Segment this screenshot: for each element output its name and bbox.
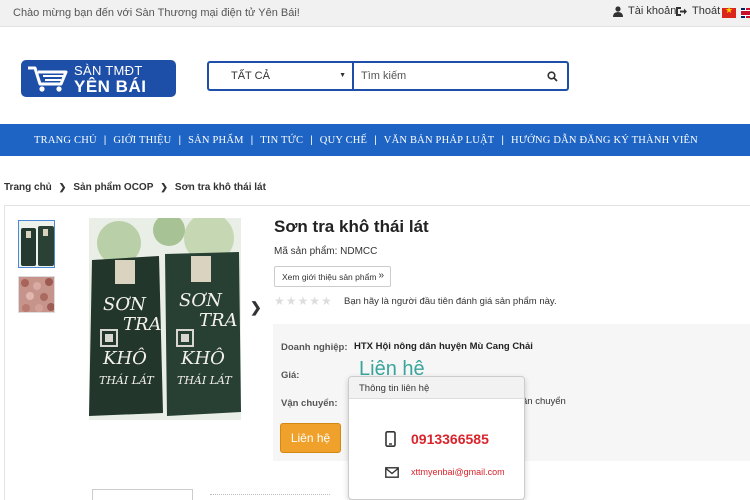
tab-strip-divider: [210, 494, 330, 496]
bag-text-kho-2: KHÔ: [180, 346, 225, 369]
business-name[interactable]: HTX Hội nông dân huyện Mù Cang Chải: [354, 341, 533, 352]
popup-title: Thông tin liên hệ: [349, 377, 524, 399]
contact-info-popup: Thông tin liên hệ 0913366585 xttmyenbai@…: [348, 376, 525, 500]
contact-email[interactable]: xttmyenbai@gmail.com: [411, 467, 505, 477]
nav-item-news[interactable]: TIN TỨC: [260, 135, 303, 146]
bag-text-kho: KHÔ: [102, 346, 147, 369]
view-intro-button[interactable]: Xem giới thiệu sản phẩm »: [274, 266, 391, 287]
search-input[interactable]: [354, 63, 537, 89]
nav-item-home[interactable]: TRANG CHỦ: [34, 135, 97, 146]
description-tab[interactable]: [92, 489, 193, 500]
envelope-icon: [385, 465, 399, 483]
contact-phone[interactable]: 0913366585: [411, 431, 489, 447]
chevron-right-icon: ❯: [160, 182, 168, 192]
product-main-image[interactable]: SƠN TRA KHÔ THÁI LÁT SƠN TRA KHÔ THÁI LÁ…: [89, 218, 241, 420]
logout-link[interactable]: Thoát: [675, 5, 720, 17]
breadcrumb: Trang chủ ❯ Sản phẩm OCOP ❯ Sơn tra khô …: [4, 182, 266, 193]
bag-text-thai-lat-2: THÁI LÁT: [177, 373, 233, 387]
rating-stars[interactable]: ★★★★★: [274, 294, 333, 308]
nav-item-products[interactable]: SẢN PHẨM: [188, 135, 244, 146]
search-icon: [546, 70, 558, 82]
account-label: Tài khoản: [628, 5, 677, 17]
product-title: Sơn tra khô thái lát: [274, 217, 429, 236]
bag-text-tra: TRA: [123, 314, 162, 335]
main-nav: TRANG CHỦ | GIỚI THIỆU | SẢN PHẨM | TIN …: [0, 124, 750, 156]
welcome-text: Chào mừng bạn đến với Sàn Thương mại điệ…: [13, 7, 300, 19]
view-intro-label: Xem giới thiệu sản phẩm: [282, 272, 377, 282]
contact-button[interactable]: Liên hệ: [280, 423, 341, 453]
nav-item-legal-documents[interactable]: VĂN BẢN PHÁP LUẬT: [384, 135, 495, 146]
product-photo: SƠN TRA KHÔ THÁI LÁT SƠN TRA KHÔ THÁI LÁ…: [89, 218, 241, 420]
mobile-phone-icon: [385, 431, 396, 447]
top-bar: Chào mừng bạn đến với Sàn Thương mại điệ…: [0, 0, 750, 27]
account-link[interactable]: Tài khoản: [613, 5, 676, 17]
breadcrumb-current: Sơn tra khô thái lát: [174, 182, 266, 193]
logo-line-1: SÀN TMĐT: [74, 63, 143, 78]
search-bar: TẤT CẢ ▼: [207, 61, 569, 91]
logout-label: Thoát: [692, 5, 721, 17]
product-code: Mã sản phẩm: NDMCC: [274, 246, 378, 257]
rating-prompt: Bạn hãy là người đầu tiên đánh giá sản p…: [344, 296, 557, 307]
double-chevron-right-icon: »: [378, 270, 384, 281]
bag-text-son: SƠN: [103, 294, 147, 315]
vietnam-flag-icon[interactable]: [722, 5, 736, 18]
shipping-value: ận chuyển: [522, 396, 566, 407]
category-select-value: TẤT CẢ: [231, 70, 270, 82]
uk-flag-icon[interactable]: [741, 8, 750, 18]
thumbnail-bags-image: [19, 221, 54, 267]
nav-item-regulations[interactable]: QUY CHẾ: [320, 135, 367, 146]
logout-icon: [676, 6, 687, 16]
price-label: Giá:: [281, 370, 300, 381]
breadcrumb-home[interactable]: Trang chủ: [4, 182, 52, 193]
product-thumbnail-2[interactable]: [18, 276, 55, 313]
search-button[interactable]: [537, 63, 567, 89]
category-select[interactable]: TẤT CẢ ▼: [209, 63, 354, 89]
nav-item-registration-guide[interactable]: HƯỚNG DẪN ĐĂNG KÝ THÀNH VIÊN: [511, 135, 698, 146]
bag-text-thai-lat: THÁI LÁT: [99, 373, 155, 387]
bag-text-tra-2: TRA: [199, 310, 238, 331]
shopping-cart-icon: [28, 66, 68, 92]
thumbnail-dried-slices-image: [19, 277, 54, 312]
site-logo[interactable]: SÀN TMĐT YÊN BÁI: [21, 60, 176, 97]
business-label: Doanh nghiệp:: [281, 342, 348, 353]
shipping-label: Vận chuyển:: [281, 398, 338, 409]
chevron-right-icon: ❯: [58, 182, 67, 192]
bag-text-son-2: SƠN: [179, 290, 223, 311]
logo-line-2: YÊN BÁI: [74, 77, 147, 96]
next-image-chevron-icon[interactable]: ❯: [250, 299, 262, 316]
product-thumbnail-1[interactable]: [18, 220, 55, 268]
caret-down-icon: ▼: [339, 72, 346, 79]
user-icon: [613, 5, 623, 17]
nav-item-about[interactable]: GIỚI THIỆU: [113, 135, 171, 146]
breadcrumb-category[interactable]: Sản phẩm OCOP: [73, 182, 153, 193]
